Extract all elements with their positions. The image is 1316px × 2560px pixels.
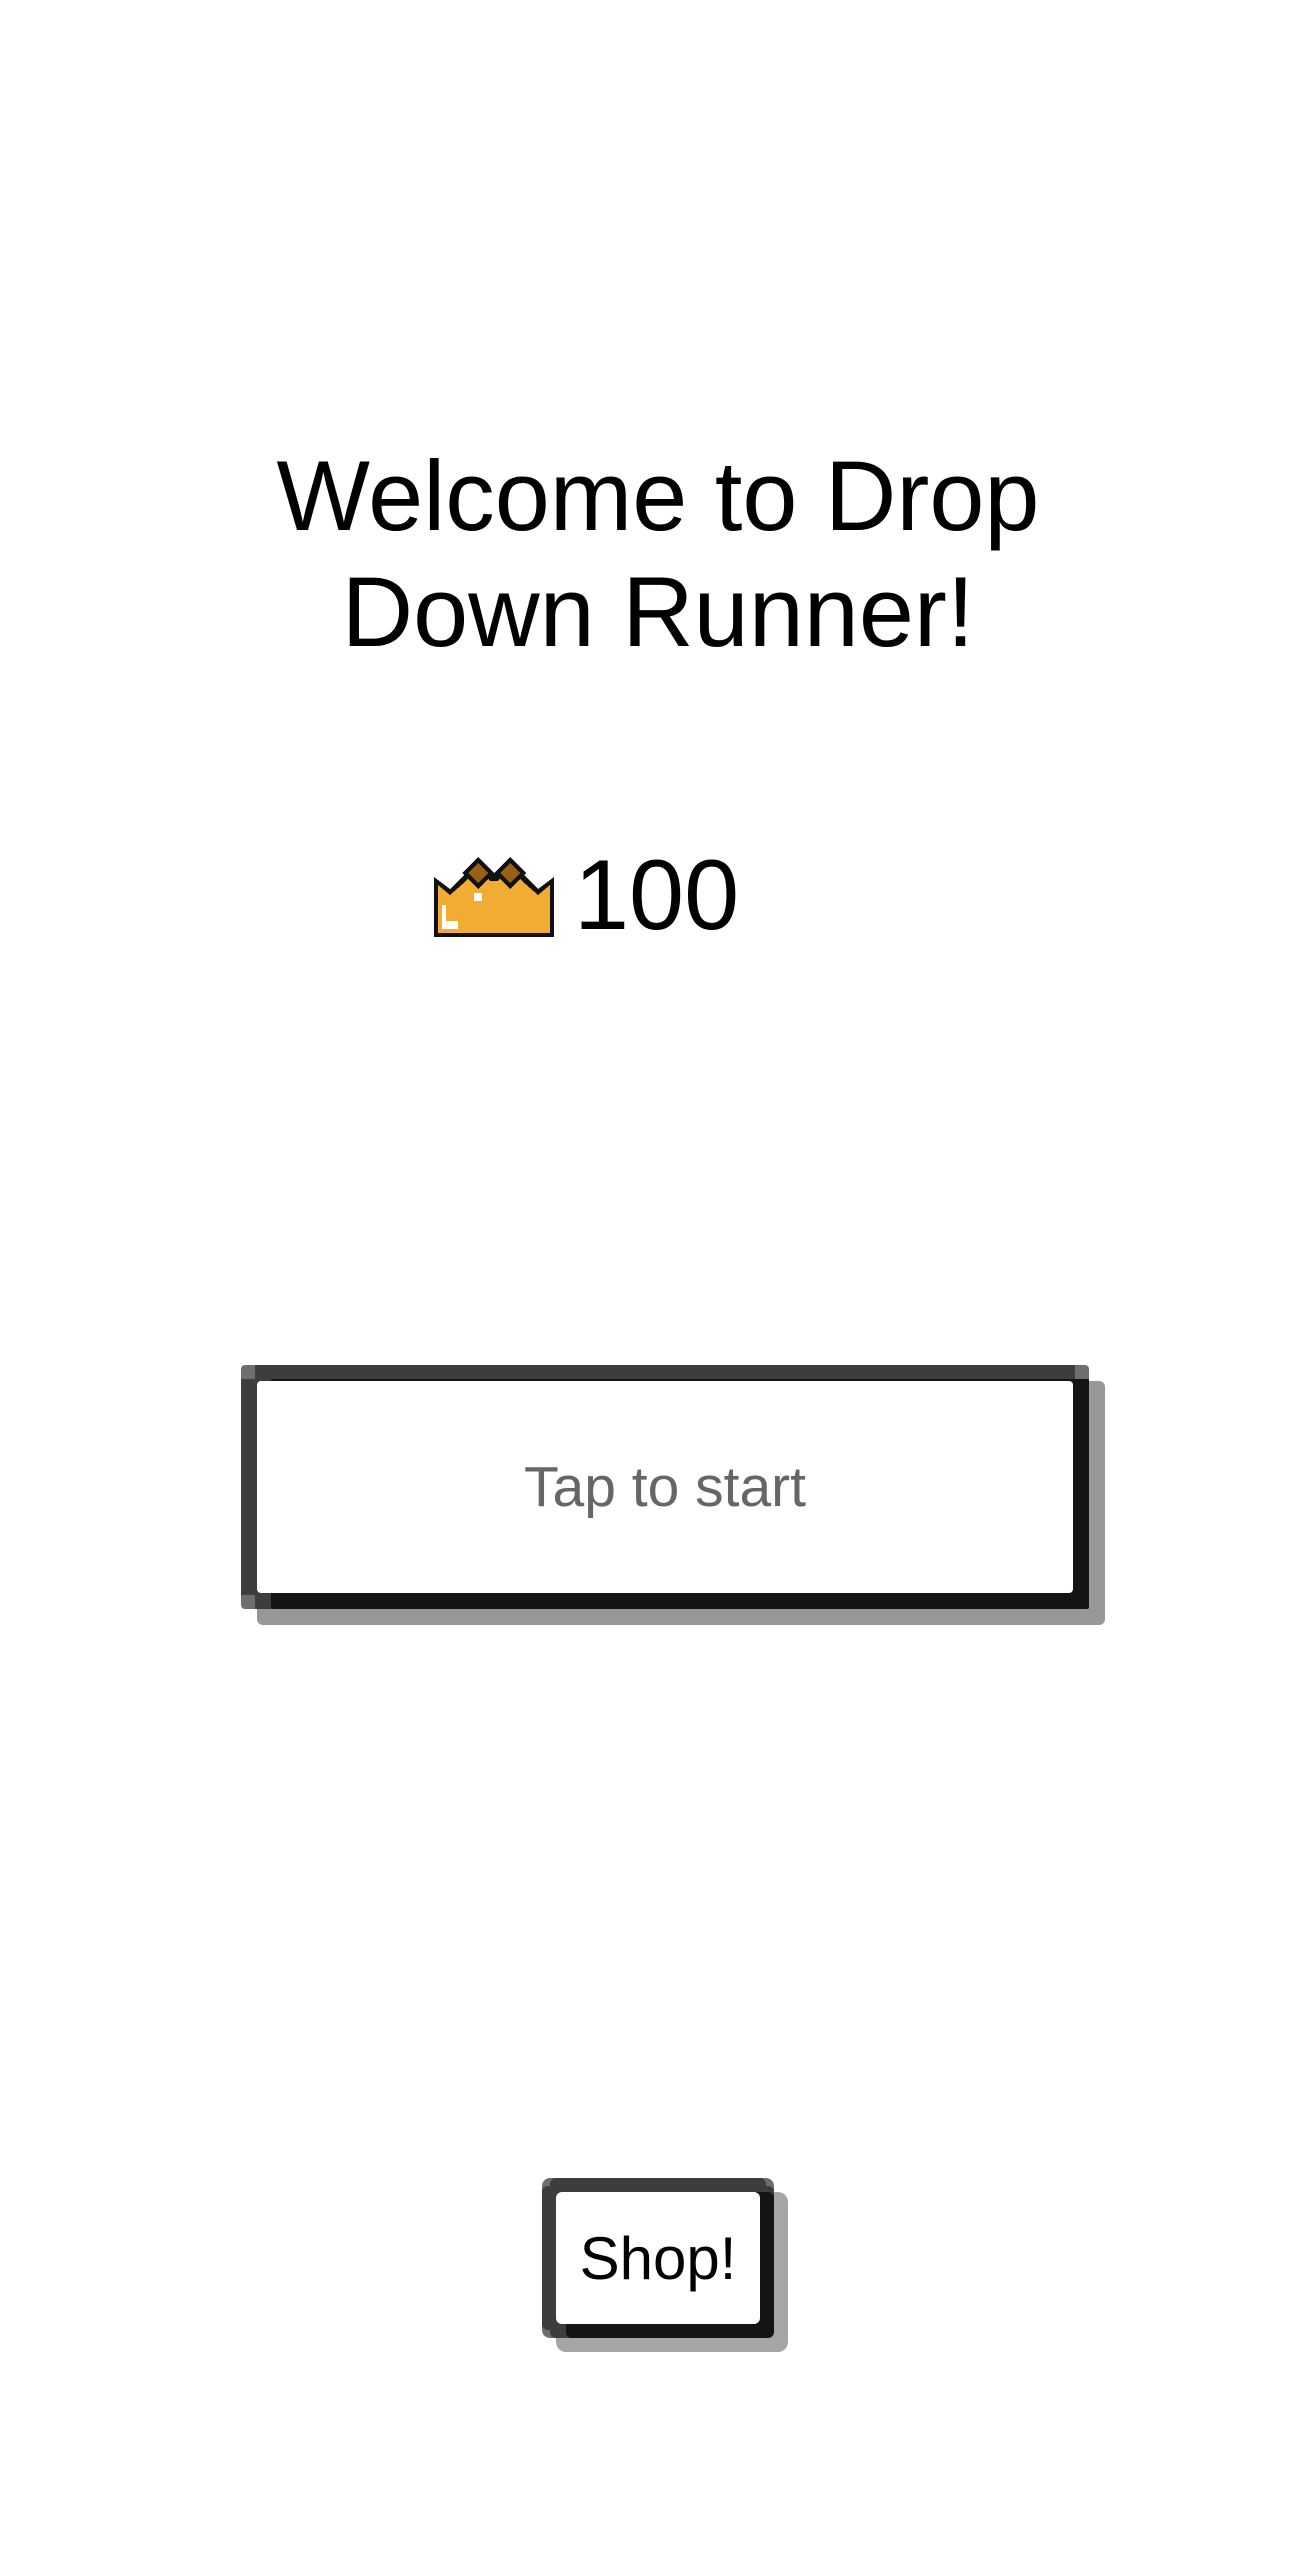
shop-button-label: Shop! [579, 2224, 737, 2292]
crown-icon [434, 857, 554, 937]
welcome-title-line-2: Down Runner! [341, 556, 975, 667]
shop-button[interactable]: Shop! [542, 2178, 788, 2352]
start-button-label: Tap to start [524, 1455, 806, 1519]
score-display: 100 [434, 840, 739, 950]
score-value: 100 [574, 839, 740, 950]
welcome-title: Welcome to Drop Down Runner! [0, 438, 1316, 670]
start-button[interactable]: Tap to start [241, 1365, 1105, 1625]
welcome-title-line-1: Welcome to Drop [276, 440, 1040, 551]
